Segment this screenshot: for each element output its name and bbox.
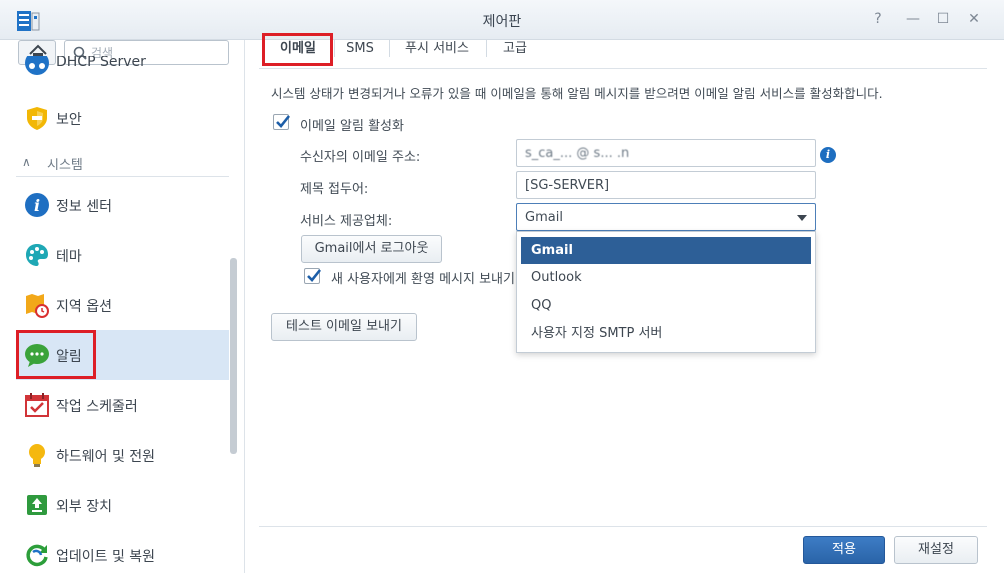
tab-divider (334, 40, 335, 57)
tab-push-service[interactable]: 푸시 서비스 (397, 36, 477, 69)
gmail-logout-button[interactable]: Gmail에서 로그아웃 (301, 235, 442, 263)
chat-bubble-icon (25, 344, 49, 367)
palette-icon (26, 244, 48, 266)
welcome-message-label: 새 사용자에게 환영 메시지 보내기 (331, 272, 515, 287)
send-test-email-button[interactable]: 테스트 이메일 보내기 (271, 313, 417, 341)
subject-prefix-value: [SG-SERVER] (525, 178, 610, 193)
recipient-label: 수신자의 이메일 주소: (300, 150, 421, 165)
recipient-email-value: s_ca_... @ s... .n (525, 146, 630, 161)
sidebar-item-dhcp-server[interactable]: DHCP Server (16, 56, 229, 78)
apply-button[interactable]: 적용 (803, 536, 885, 564)
subject-prefix-label: 제목 접두어: (300, 182, 369, 197)
sidebar-item-label: 지역 옵션 (56, 299, 112, 315)
section-header-system[interactable]: ∧ 시스템 (16, 149, 229, 177)
dropdown-option-custom-smtp[interactable]: 사용자 지정 SMTP 서버 (521, 320, 811, 347)
minimize-icon[interactable]: — (905, 11, 921, 27)
sidebar-item-regional-options[interactable]: 지역 옵션 (16, 280, 229, 330)
sidebar-item-label: 하드웨어 및 전원 (56, 449, 156, 465)
sidebar-item-theme[interactable]: 테마 (16, 230, 229, 280)
close-icon[interactable]: ✕ (966, 11, 982, 27)
sidebar-item-label: 업데이트 및 복원 (56, 549, 156, 565)
sidebar-item-external-devices[interactable]: 외부 장치 (16, 480, 229, 530)
sidebar-item-notification[interactable]: 알림 (16, 330, 229, 380)
checkmark-icon (276, 115, 291, 128)
sidebar-item-label: 테마 (56, 249, 82, 265)
tab-email[interactable]: 이메일 (269, 36, 327, 69)
sidebar-item-label: 작업 스케줄러 (56, 399, 138, 415)
dropdown-option-gmail[interactable]: Gmail (521, 237, 811, 264)
subject-prefix-field[interactable]: [SG-SERVER] (516, 171, 816, 199)
light-bulb-icon (29, 444, 45, 467)
tab-advanced[interactable]: 고급 (495, 36, 535, 69)
email-description: 시스템 상태가 변경되거나 오류가 있을 때 이메일을 통해 알림 메시지를 받… (271, 86, 883, 101)
upload-device-icon (27, 495, 47, 515)
dropdown-option-outlook[interactable]: Outlook (521, 264, 811, 291)
sidebar-item-label: 알림 (56, 349, 82, 365)
map-clock-icon (26, 294, 49, 318)
sidebar-scrollbar[interactable] (230, 258, 237, 454)
footer-divider (259, 526, 987, 527)
sidebar-item-label: 보안 (56, 112, 82, 128)
recipient-email-field[interactable]: s_ca_... @ s... .n (516, 139, 816, 167)
provider-label: 서비스 제공업체: (300, 214, 393, 229)
provider-value: Gmail (525, 210, 563, 225)
provider-select[interactable]: Gmail (516, 203, 816, 231)
enable-email-label: 이메일 알림 활성화 (300, 119, 404, 134)
welcome-message-checkbox[interactable] (304, 268, 322, 284)
chevron-down-icon (797, 215, 807, 221)
sidebar: DHCP Server 보안 ∧ 시스템 i 정보 센터 테마 (0, 40, 245, 573)
sidebar-item-info-center[interactable]: i 정보 센터 (16, 180, 229, 230)
section-label: 시스템 (47, 158, 83, 173)
dropdown-option-qq[interactable]: QQ (521, 292, 811, 319)
sidebar-item-security[interactable]: 보안 (16, 93, 229, 143)
tab-divider (486, 40, 487, 57)
sidebar-item-hardware-power[interactable]: 하드웨어 및 전원 (16, 430, 229, 480)
info-icon[interactable]: i (820, 147, 836, 163)
chevron-up-icon: ∧ (22, 155, 31, 169)
sidebar-item-label: 정보 센터 (56, 199, 112, 215)
enable-email-checkbox[interactable] (273, 114, 291, 130)
help-icon[interactable]: ? (870, 11, 886, 27)
tab-sms[interactable]: SMS (339, 36, 381, 69)
refresh-icon (26, 544, 48, 567)
provider-dropdown-menu: Gmail Outlook QQ 사용자 지정 SMTP 서버 (516, 231, 816, 353)
tab-bar: 이메일 SMS 푸시 서비스 고급 (259, 36, 987, 69)
info-icon: i (25, 193, 49, 217)
tab-divider (389, 40, 390, 57)
reset-button[interactable]: 재설정 (894, 536, 978, 564)
shield-icon (27, 107, 47, 130)
svg-text:i: i (34, 196, 40, 215)
sidebar-item-label: DHCP Server (56, 56, 146, 70)
network-icon (25, 56, 49, 75)
title-bar: 제어판 ? — ☐ ✕ (0, 0, 1004, 40)
sidebar-item-label: 외부 장치 (56, 499, 112, 515)
maximize-icon[interactable]: ☐ (935, 11, 951, 27)
calendar-check-icon (25, 393, 49, 417)
window-title: 제어판 (482, 14, 522, 30)
checkmark-icon (307, 269, 322, 282)
sidebar-item-task-scheduler[interactable]: 작업 스케줄러 (16, 380, 229, 430)
sidebar-item-update-restore[interactable]: 업데이트 및 복원 (16, 530, 229, 573)
